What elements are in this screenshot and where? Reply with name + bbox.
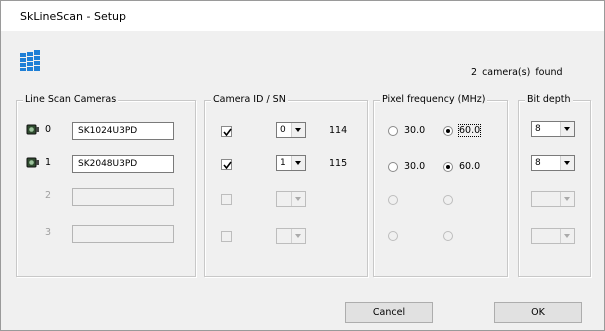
camera-id-select[interactable]: 1	[276, 155, 306, 171]
bit-depth-select	[531, 191, 575, 207]
camera-enable-checkbox	[221, 231, 232, 242]
cancel-button[interactable]: Cancel	[345, 302, 433, 323]
bit-depth-select[interactable]: 8	[531, 121, 575, 137]
cameras-found-status: 2 camera(s) found	[471, 67, 563, 78]
camera-name-field[interactable]: SK1024U3PD	[72, 122, 174, 140]
freq-a-radio[interactable]	[388, 126, 398, 136]
app-logo-icon	[20, 50, 40, 71]
pixel-frequency-group: Pixel frequency (MHz) 30.0 60.0 30.0 60.…	[373, 94, 508, 277]
bit-depth-legend: Bit depth	[525, 94, 573, 105]
setup-dialog: SkLineScan - Setup 2 camera(s) found Lin…	[0, 0, 605, 331]
camera-serial-number: 115	[329, 158, 348, 169]
camera-index: 2	[45, 190, 52, 201]
chevron-down-icon	[560, 122, 574, 136]
chevron-down-icon	[291, 156, 305, 170]
window-title: SkLineScan - Setup	[20, 10, 126, 23]
title-bar: SkLineScan - Setup	[1, 1, 604, 31]
bit-depth-group: Bit depth 8 8	[518, 94, 591, 277]
freq-b-radio	[443, 231, 453, 241]
chevron-down-icon	[291, 229, 305, 243]
camera-serial-number: 114	[329, 125, 348, 136]
camera-id-select	[276, 191, 306, 207]
line-scan-cameras-group: Line Scan Cameras 0 SK1024U3PD 1 SK2048U…	[16, 94, 196, 277]
chevron-down-icon	[560, 156, 574, 170]
camera-enable-checkbox[interactable]	[221, 126, 232, 137]
camera-enable-checkbox	[221, 194, 232, 205]
camera-name-field[interactable]: SK2048U3PD	[72, 155, 174, 173]
camera-index: 3	[45, 227, 52, 238]
camera-id-sn-legend: Camera ID / SN	[211, 94, 288, 105]
chevron-down-icon	[560, 192, 574, 206]
camera-index: 1	[45, 157, 52, 168]
ok-button[interactable]: OK	[494, 302, 582, 323]
camera-enable-checkbox[interactable]	[221, 159, 232, 170]
camera-icon	[26, 124, 39, 135]
freq-a-radio	[388, 231, 398, 241]
camera-index: 0	[45, 124, 52, 135]
camera-id-sn-group: Camera ID / SN 0 114 1 115	[204, 94, 368, 277]
camera-icon	[26, 157, 39, 168]
freq-b-radio[interactable]	[443, 126, 453, 136]
freq-a-radio[interactable]	[388, 162, 398, 172]
bit-depth-select[interactable]: 8	[531, 155, 575, 171]
freq-b-label: 60.0	[457, 124, 482, 137]
chevron-down-icon	[291, 123, 305, 137]
freq-b-label: 60.0	[459, 161, 481, 172]
camera-name-field	[72, 188, 174, 206]
line-scan-cameras-legend: Line Scan Cameras	[23, 94, 119, 105]
chevron-down-icon	[291, 192, 305, 206]
chevron-down-icon	[560, 229, 574, 243]
freq-a-radio	[388, 195, 398, 205]
camera-id-select[interactable]: 0	[276, 122, 306, 138]
pixel-frequency-legend: Pixel frequency (MHz)	[380, 94, 488, 105]
freq-a-label: 30.0	[404, 161, 426, 172]
freq-b-radio[interactable]	[443, 162, 453, 172]
camera-id-select	[276, 228, 306, 244]
freq-b-radio	[443, 195, 453, 205]
freq-a-label: 30.0	[404, 125, 426, 136]
bit-depth-select	[531, 228, 575, 244]
camera-name-field	[72, 225, 174, 243]
